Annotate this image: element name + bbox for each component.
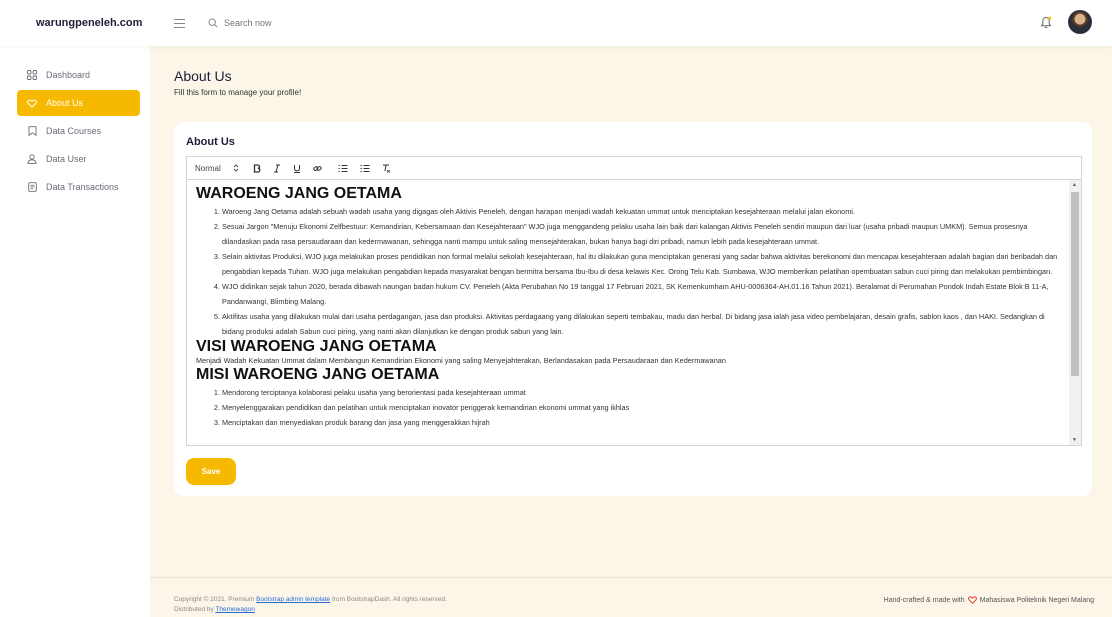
list-item: Selain aktivitas Produksi, WJO juga mela… xyxy=(222,249,1065,279)
clear-format-button[interactable] xyxy=(382,164,391,173)
themewagon-link[interactable]: Themewagon xyxy=(215,606,254,613)
bold-button[interactable] xyxy=(253,163,261,173)
user-avatar[interactable] xyxy=(1068,10,1092,34)
list-item: WJO didirikan sejak tahun 2020, berada d… xyxy=(222,279,1065,309)
list-item: Menyelenggarakan pendidikan dan pelatiha… xyxy=(222,400,1065,415)
about-us-card: About Us Normal WAROENG JANG OETAMA Waro… xyxy=(174,122,1092,496)
credit-suffix: Mahasiswa Politeknik Negeri Malang xyxy=(979,596,1094,604)
italic-button[interactable] xyxy=(273,164,281,173)
sidebar-item-label: Data Transactions xyxy=(46,182,119,192)
sidebar-item-about-us[interactable]: About Us xyxy=(17,90,140,116)
rich-text-editor[interactable]: WAROENG JANG OETAMA Waroeng Jang Oetama … xyxy=(186,180,1082,446)
search-input[interactable] xyxy=(224,18,424,28)
bold-icon xyxy=(253,163,261,173)
page-title: About Us xyxy=(174,68,232,84)
bookmark-icon xyxy=(26,125,38,137)
save-button[interactable]: Save xyxy=(186,458,236,485)
distributed-prefix: Distributed by xyxy=(174,606,216,613)
search-icon xyxy=(208,18,218,28)
sidebar-item-data-transactions[interactable]: Data Transactions xyxy=(17,174,140,200)
brand-logo[interactable]: warungpeneleh.com xyxy=(0,17,148,29)
bullet-list-icon xyxy=(360,164,370,172)
footer-copyright: Copyright © 2021. Premium Bootstrap admi… xyxy=(174,595,447,615)
receipt-icon xyxy=(26,181,38,193)
list-item: Aktifitas usaha yang dilakukan mulai dar… xyxy=(222,309,1065,339)
heart-icon xyxy=(26,97,38,109)
list-item: Mendorong terciptanya kolaborasi pelaku … xyxy=(222,385,1065,400)
list-item: Sesuai Jargon "Menuju Ekonomi Zelfbestuu… xyxy=(222,219,1065,249)
search-bar xyxy=(208,18,424,28)
underline-icon xyxy=(293,164,300,173)
copyright-prefix: Copyright © 2021. Premium xyxy=(174,596,257,603)
navbar-right xyxy=(1040,10,1092,34)
list-item: Menciptakan dan menyediakan produk baran… xyxy=(222,415,1065,430)
sidebar-item-dashboard[interactable]: Dashboard xyxy=(17,62,140,88)
sidebar-item-label: Data Courses xyxy=(46,126,102,136)
bootstrap-template-link[interactable]: Bootstrap admin template xyxy=(256,596,330,603)
top-navbar: warungpeneleh.com xyxy=(0,0,1112,46)
bell-icon[interactable] xyxy=(1040,16,1052,29)
underline-button[interactable] xyxy=(293,164,301,173)
ordered-list-button[interactable] xyxy=(338,164,348,173)
ordered-list-icon xyxy=(338,164,348,172)
sidebar-item-data-courses[interactable]: Data Courses xyxy=(17,118,140,144)
bullet-list-button[interactable] xyxy=(360,164,370,173)
heart-icon xyxy=(967,596,977,604)
menu-toggle-icon[interactable] xyxy=(174,18,188,29)
select-arrows-icon xyxy=(233,164,239,172)
page-subtitle: Fill this form to manage your profile! xyxy=(174,88,302,97)
sidebar-item-label: Data User xyxy=(46,154,87,164)
clear-format-icon xyxy=(382,164,391,173)
credit-prefix: Hand-crafted & made with xyxy=(883,596,965,604)
editor-list-1: Waroeng Jang Oetama adalah sebuah wadah … xyxy=(196,204,1065,339)
scroll-down-icon[interactable]: ▼ xyxy=(1072,437,1077,443)
card-title: About Us xyxy=(186,136,235,148)
editor-scrollbar[interactable]: ▲ ▼ xyxy=(1069,180,1081,445)
heading-select-value: Normal xyxy=(195,163,221,173)
scrollbar-thumb[interactable] xyxy=(1071,192,1079,376)
link-button[interactable] xyxy=(313,164,322,173)
editor-heading-3: MISI WAROENG JANG OETAMA xyxy=(196,366,440,383)
sidebar-item-label: About Us xyxy=(46,98,84,108)
scroll-up-icon[interactable]: ▲ xyxy=(1072,182,1077,188)
sidebar-item-label: Dashboard xyxy=(46,70,91,80)
editor-heading-1: WAROENG JANG OETAMA xyxy=(196,185,402,202)
sidebar-item-data-user[interactable]: Data User xyxy=(17,146,140,172)
link-icon xyxy=(313,165,322,171)
list-item: Waroeng Jang Oetama adalah sebuah wadah … xyxy=(222,204,1065,219)
user-icon xyxy=(26,153,38,165)
grid-icon xyxy=(26,69,38,81)
copyright-suffix: from BootstrapDash. All rights reserved. xyxy=(330,596,447,603)
editor-list-2: Mendorong terciptanya kolaborasi pelaku … xyxy=(196,385,1065,430)
heading-select[interactable]: Normal xyxy=(195,164,239,173)
sidebar: Dashboard About Us Data Courses Data Use… xyxy=(0,46,150,617)
editor-toolbar: Normal xyxy=(186,156,1082,180)
italic-icon xyxy=(273,164,280,172)
footer-credit: Hand-crafted & made with Mahasiswa Polit… xyxy=(884,596,1094,604)
footer: Copyright © 2021. Premium Bootstrap admi… xyxy=(150,577,1112,617)
main-content: About Us Fill this form to manage your p… xyxy=(150,46,1112,617)
editor-heading-2: VISI WAROENG JANG OETAMA xyxy=(196,338,437,355)
